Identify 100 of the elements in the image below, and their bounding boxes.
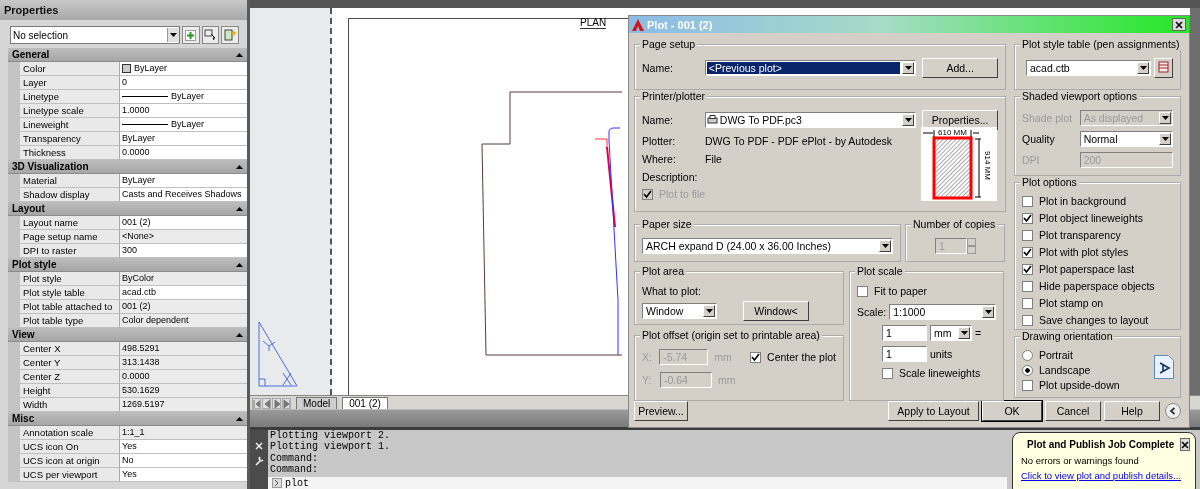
- edit-style-button[interactable]: [1154, 58, 1173, 78]
- property-value[interactable]: No: [120, 454, 247, 468]
- property-value[interactable]: 498.5291: [120, 342, 247, 356]
- dialog-button[interactable]: OK: [982, 401, 1042, 421]
- dialog-button[interactable]: Help: [1104, 401, 1160, 421]
- checkbox[interactable]: [1022, 212, 1033, 224]
- checkbox[interactable]: [1022, 379, 1033, 391]
- checkbox[interactable]: [1022, 280, 1033, 292]
- collapse-icon[interactable]: [236, 164, 243, 169]
- what-to-plot-dropdown[interactable]: Window: [642, 303, 717, 319]
- command-input[interactable]: plot: [268, 477, 1007, 489]
- group-title: Paper size: [640, 218, 694, 230]
- property-value[interactable]: ByLayer: [120, 132, 247, 146]
- layout-tab[interactable]: Model: [296, 397, 338, 409]
- section-header[interactable]: Layout: [8, 202, 247, 216]
- section-header[interactable]: Plot style: [8, 258, 247, 272]
- checkbox[interactable]: [1022, 314, 1033, 326]
- close-button[interactable]: [1172, 18, 1186, 31]
- tab-scroll-button[interactable]: [272, 398, 281, 409]
- unit-dropdown[interactable]: mm: [930, 325, 972, 341]
- collapse-icon[interactable]: [236, 332, 243, 337]
- checkbox[interactable]: [1022, 246, 1033, 258]
- section-header[interactable]: 3D Visualization: [8, 160, 247, 174]
- wrench-icon[interactable]: [254, 456, 264, 466]
- property-value[interactable]: ByLayer: [120, 174, 247, 188]
- checkbox-label: Plot upside-down: [1039, 379, 1120, 391]
- collapse-icon[interactable]: [236, 416, 243, 421]
- property-value[interactable]: ByColor: [120, 272, 247, 286]
- property-value[interactable]: <None>: [120, 230, 247, 244]
- chevron-icon[interactable]: [272, 478, 282, 488]
- paper-size-dropdown[interactable]: ARCH expand D (24.00 x 36.00 Inches): [642, 238, 893, 254]
- quick-select-icon[interactable]: [221, 26, 239, 44]
- layout-tab[interactable]: 001 (2): [342, 397, 388, 409]
- plot-style-dropdown[interactable]: acad.ctb: [1026, 60, 1151, 76]
- property-value[interactable]: Color dependent: [120, 314, 247, 328]
- collapse-icon[interactable]: [236, 52, 243, 57]
- property-value[interactable]: 300: [120, 244, 247, 258]
- property-label: Linetype: [20, 90, 120, 104]
- property-value[interactable]: acad.ctb: [120, 286, 247, 300]
- property-value[interactable]: Yes: [120, 468, 247, 482]
- property-value[interactable]: 0: [120, 76, 247, 90]
- equals-sign: =: [975, 327, 982, 339]
- unit-label: mm: [718, 374, 736, 386]
- dialog-button[interactable]: Cancel: [1045, 401, 1101, 421]
- checkbox[interactable]: [1022, 263, 1033, 275]
- tab-scroll-button[interactable]: [262, 398, 271, 409]
- close-button[interactable]: [1180, 438, 1191, 451]
- property-value[interactable]: ByLayer: [120, 90, 247, 104]
- scale-units-field[interactable]: 1: [882, 346, 927, 362]
- selection-dropdown[interactable]: No selection: [10, 26, 181, 44]
- checkbox[interactable]: [857, 285, 868, 297]
- section-header[interactable]: View: [8, 328, 247, 342]
- property-value[interactable]: 1.0000: [120, 104, 247, 118]
- property-value[interactable]: Casts and Receives Shadows: [120, 188, 247, 202]
- details-link[interactable]: Click to view plot and publish details...: [1021, 470, 1187, 481]
- dialog-button[interactable]: Apply to Layout: [888, 401, 979, 421]
- section-header[interactable]: General: [8, 48, 247, 62]
- properties-button[interactable]: Properties...: [922, 110, 998, 130]
- checkbox[interactable]: [882, 367, 893, 379]
- scale-dropdown[interactable]: 1:1000: [889, 304, 996, 320]
- collapse-button[interactable]: [1165, 403, 1181, 419]
- property-label: Plot style table: [20, 286, 120, 300]
- page-setup-dropdown[interactable]: <Previous plot>: [704, 60, 917, 76]
- property-value[interactable]: 001 (2): [120, 300, 247, 314]
- checkbox[interactable]: [1022, 195, 1033, 207]
- checkbox[interactable]: [1022, 229, 1033, 241]
- vertical-scrollbar[interactable]: [1190, 8, 1200, 395]
- property-value[interactable]: 0.0000: [120, 370, 247, 384]
- window-button[interactable]: Window<: [743, 301, 809, 321]
- checkbox[interactable]: [1022, 297, 1033, 309]
- radio-button[interactable]: [1022, 364, 1033, 376]
- property-value[interactable]: 313.1438: [120, 356, 247, 370]
- property-value[interactable]: 530.1629: [120, 384, 247, 398]
- property-value[interactable]: Yes: [120, 440, 247, 454]
- toggle-pickadd-icon[interactable]: [182, 26, 200, 44]
- scale-value-field[interactable]: 1: [882, 325, 927, 341]
- radio-button[interactable]: [1022, 349, 1033, 361]
- printer-dropdown[interactable]: DWG To PDF.pc3: [704, 112, 917, 128]
- radio-label: Landscape: [1039, 364, 1091, 376]
- collapse-icon[interactable]: [236, 206, 243, 211]
- close-icon[interactable]: [255, 442, 263, 450]
- option-dropdown[interactable]: Normal: [1079, 131, 1173, 147]
- property-value[interactable]: ByLayer: [120, 118, 247, 132]
- select-objects-icon[interactable]: [201, 26, 220, 44]
- group-title: Shaded viewport options: [1020, 90, 1139, 102]
- property-value[interactable]: ByLayer: [120, 62, 247, 76]
- property-value[interactable]: 1269.5197: [120, 398, 247, 412]
- property-label: Lineweight: [20, 118, 120, 132]
- collapse-icon[interactable]: [236, 262, 243, 267]
- section-header[interactable]: Misc: [8, 412, 247, 426]
- command-history-line: Plotting viewport 2.: [269, 430, 391, 442]
- group-title: Printer/plotter: [640, 90, 708, 102]
- tab-scroll-button[interactable]: [252, 398, 261, 409]
- preview-button[interactable]: Preview...: [634, 401, 688, 421]
- add-button[interactable]: Add...: [922, 58, 998, 78]
- tab-scroll-button[interactable]: [282, 398, 291, 409]
- property-value[interactable]: 001 (2): [120, 216, 247, 230]
- command-history-line: Command:: [269, 463, 318, 476]
- property-value[interactable]: 1:1_1: [120, 426, 247, 440]
- property-value[interactable]: 0.0000: [120, 146, 247, 160]
